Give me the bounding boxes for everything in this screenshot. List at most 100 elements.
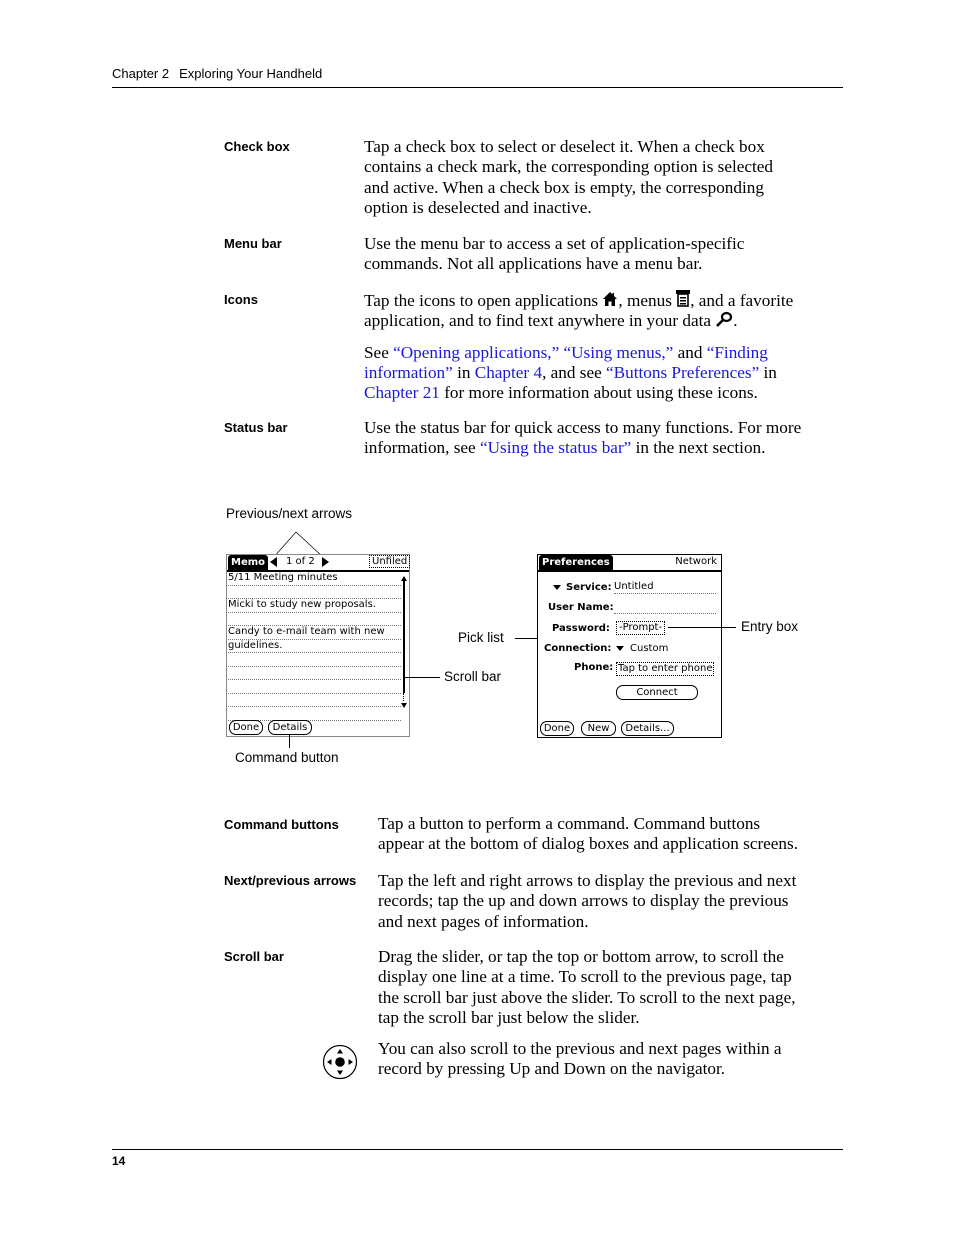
memo-line[interactable] (228, 694, 401, 707)
def-line: Tap the left and right arrows to display… (378, 871, 797, 890)
home-icon (603, 292, 618, 306)
def-line: Chapter 21 for more information about us… (364, 383, 844, 403)
def-line: and active. When a check box is empty, t… (364, 177, 764, 197)
link-using-status-bar[interactable]: “Using the status bar” (480, 438, 631, 457)
text: for more information about using these i… (439, 383, 758, 403)
link-finding-information-cont[interactable]: information” (364, 363, 453, 382)
prefs-new-button[interactable]: New (581, 721, 616, 736)
def-line: Use the menu bar to access a set of appl… (364, 234, 745, 253)
scroll-track[interactable] (403, 693, 406, 701)
prev-arrow-icon[interactable] (270, 557, 277, 567)
connect-button[interactable]: Connect (616, 685, 698, 700)
scroll-down-arrow-icon[interactable] (401, 703, 407, 708)
def-line: Drag the slider, or tap the top or botto… (378, 947, 784, 966)
find-icon (716, 312, 733, 328)
text: See (364, 342, 394, 362)
memo-line[interactable] (228, 680, 401, 694)
memo-line[interactable] (228, 653, 401, 667)
navigator-icon (322, 1044, 358, 1080)
def-line: Tap the icons to open applications , men… (364, 290, 844, 311)
memo-app-title: Memo (228, 555, 269, 570)
memo-line[interactable] (228, 613, 401, 626)
def-line: information” in Chapter 4, and see “Butt… (364, 363, 844, 383)
header-rule (112, 87, 843, 88)
callout-line-entry-box (668, 627, 736, 628)
password-entry-box[interactable]: -Prompt- (616, 621, 666, 635)
def-next-previous-arrows: Tap the left and right arrows to display… (378, 871, 796, 932)
memo-line[interactable]: Micki to study new proposals. (228, 599, 401, 613)
callout-entry-box: Entry box (741, 619, 799, 634)
def-line: application, and to find text anywhere i… (364, 311, 844, 331)
memo-lines: 5/11 Meeting minutes Micki to study new … (228, 572, 401, 721)
def-line: display one line at a time. To scroll to… (378, 967, 792, 987)
text: information, see (364, 438, 480, 458)
term-check-box: Check box (224, 139, 290, 154)
def-scroll-bar: Drag the slider, or tap the top or botto… (378, 947, 796, 1028)
def-line: records; tap the up and down arrows to d… (378, 891, 789, 911)
connection-pick-list[interactable]: Custom (630, 643, 668, 654)
chapter-title: Exploring Your Handheld (179, 66, 323, 81)
record-counter: 1 of 2 (286, 556, 315, 567)
memo-done-button[interactable]: Done (229, 720, 263, 735)
prefs-done-button[interactable]: Done (540, 721, 574, 736)
term-menu-bar: Menu bar (224, 236, 282, 251)
prefs-panel-picker[interactable]: Network (675, 556, 717, 567)
def-line: option is deselected and inactive. (364, 197, 592, 217)
link-opening-applications[interactable]: “Opening applications,” (393, 343, 559, 362)
next-arrow-icon[interactable] (322, 557, 329, 567)
phone-label: Phone: (574, 662, 614, 673)
memo-line[interactable] (228, 707, 401, 721)
memo-line[interactable]: guidelines. (228, 640, 401, 653)
def-menu-bar: Use the menu bar to access a set of appl… (364, 234, 744, 275)
term-status-bar: Status bar (224, 420, 288, 435)
text: Tap the icons to open applications (364, 291, 603, 310)
running-header: Chapter 2 Exploring Your Handheld (112, 66, 322, 81)
def-line: See “Opening applications,” “Using menus… (364, 343, 844, 363)
memo-details-button[interactable]: Details (268, 720, 312, 735)
username-field[interactable] (614, 601, 716, 614)
link-chapter-4[interactable]: Chapter 4 (475, 363, 542, 382)
link-chapter-21[interactable]: Chapter 21 (364, 383, 440, 402)
prefs-details-button[interactable]: Details... (621, 721, 674, 736)
def-line: Use the status bar for quick access to m… (364, 418, 802, 437)
memo-line[interactable]: 5/11 Meeting minutes (228, 572, 401, 586)
text: , and a favorite (690, 291, 794, 310)
def-line: tap the scroll bar just below the slider… (378, 1007, 640, 1027)
memo-screen: Memo 1 of 2 Unfiled 5/11 Meeting minutes… (226, 554, 411, 737)
service-value[interactable]: Untitled (614, 581, 716, 594)
service-label[interactable]: Service: (566, 582, 612, 593)
category-picker[interactable]: Unfiled (369, 555, 411, 568)
text: and (673, 342, 707, 362)
def-line: record by pressing Up and Down on the na… (378, 1059, 726, 1079)
phone-entry-box[interactable]: Tap to enter phone (616, 662, 715, 676)
term-next-previous-arrows: Next/previous arrows (224, 873, 357, 888)
callout-line-command-button (289, 734, 290, 748)
scroll-bar[interactable] (401, 572, 409, 710)
link-using-menus[interactable]: “Using menus,” (564, 343, 674, 362)
text: in (759, 362, 777, 382)
password-label: Password: (552, 623, 610, 634)
memo-title-bar: Memo 1 of 2 Unfiled (227, 555, 411, 572)
connection-pick-list-icon[interactable] (616, 646, 624, 651)
def-line: and next pages of information. (378, 911, 589, 931)
callout-scroll-bar: Scroll bar (444, 669, 502, 684)
def-line: contains a check mark, the corresponding… (364, 157, 774, 177)
memo-line[interactable]: Candy to e-mail team with new (228, 626, 401, 640)
callout-command-button: Command button (235, 750, 339, 765)
def-line: the scroll bar just above the slider. To… (378, 987, 796, 1007)
def-line: You can also scroll to the previous and … (378, 1039, 782, 1058)
term-command-buttons: Command buttons (224, 817, 339, 832)
username-label: User Name: (548, 602, 614, 613)
text: , and see (542, 362, 607, 382)
memo-line[interactable] (228, 586, 401, 599)
def-line: information, see “Using the status bar” … (364, 438, 801, 458)
link-buttons-preferences[interactable]: “Buttons Preferences” (606, 363, 759, 382)
def-line: appear at the bottom of dialog boxes and… (378, 834, 799, 854)
term-scroll-bar: Scroll bar (224, 949, 284, 964)
callout-pick-list: Pick list (458, 630, 504, 645)
service-dropdown-icon[interactable] (553, 585, 561, 590)
link-finding-information[interactable]: “Finding (707, 343, 768, 362)
def-status-bar: Use the status bar for quick access to m… (364, 418, 801, 459)
menu-icon (676, 290, 691, 307)
memo-line[interactable] (228, 667, 401, 680)
